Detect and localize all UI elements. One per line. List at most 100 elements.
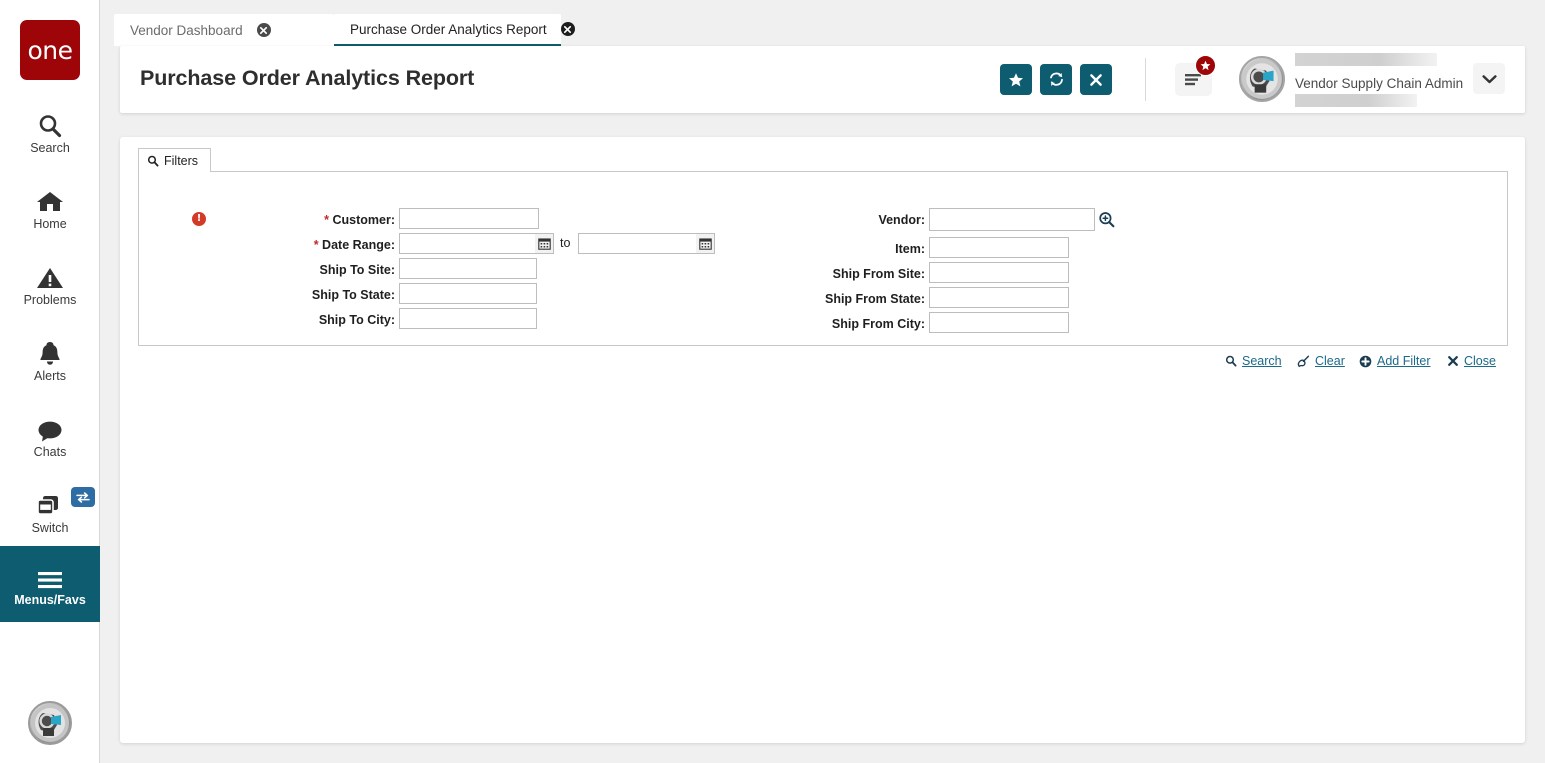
tab-label: Purchase Order Analytics Report — [350, 21, 547, 37]
date-range-from-calendar-icon[interactable] — [535, 233, 554, 254]
refresh-icon — [1049, 72, 1063, 86]
favorites-count-badge[interactable] — [1195, 55, 1216, 76]
label-colon: : — [920, 292, 925, 306]
sidebar-item-problems[interactable]: Problems — [0, 246, 100, 322]
label-text: Customer — [332, 213, 391, 227]
ship-to-city-input[interactable] — [399, 308, 537, 329]
label-colon: : — [390, 313, 395, 327]
app-root: one Search Home Problems Alerts Chats Sw… — [0, 0, 1545, 763]
ship-from-state-input[interactable] — [929, 287, 1069, 308]
label-text: Ship From State — [824, 292, 921, 306]
vendor-input[interactable] — [929, 208, 1095, 231]
required-marker: * — [324, 213, 329, 227]
date-range-from-input[interactable] — [399, 233, 536, 254]
sidebar-item-chats[interactable]: Chats — [0, 398, 100, 474]
sidebar-item-label: Chats — [33, 445, 67, 460]
label-colon: : — [920, 242, 925, 256]
date-range-separator: to — [560, 236, 571, 250]
bell-icon — [33, 337, 67, 367]
required-marker: * — [313, 238, 319, 252]
refresh-button[interactable] — [1040, 64, 1072, 95]
label-customer: * Customer: — [205, 213, 395, 227]
header-divider — [1145, 58, 1146, 101]
user-avatar-icon[interactable] — [28, 701, 72, 745]
sidebar-item-menus-favs[interactable]: Menus/Favs — [0, 546, 100, 622]
link-label: Search — [1242, 354, 1282, 368]
hamburger-icon — [33, 561, 67, 591]
label-text: Ship To Site — [319, 263, 391, 277]
one-network-logo[interactable]: one — [20, 20, 80, 80]
sidebar-item-home[interactable]: Home — [0, 170, 100, 246]
label-ship-to-site: Ship To Site: — [205, 263, 395, 277]
sidebar-item-label: Home — [33, 217, 67, 232]
filters-panel: ! * Customer: * Date Range: to Ship To S… — [138, 171, 1508, 368]
chevron-down-icon — [1481, 74, 1497, 83]
sidebar-item-label: Problems — [23, 293, 77, 308]
x-icon — [1090, 73, 1102, 86]
label-ship-to-state: Ship To State: — [205, 288, 395, 302]
page-header: Purchase Order Analytics Report Vendor S… — [120, 46, 1525, 113]
label-colon: : — [920, 267, 925, 281]
customer-error-icon: ! — [192, 212, 206, 226]
label-date-range: * Date Range: — [205, 238, 395, 252]
search-icon — [147, 155, 159, 167]
link-label: Clear — [1315, 354, 1345, 368]
date-range-to-input[interactable] — [578, 233, 697, 254]
logo-text: one — [27, 35, 73, 65]
chat-icon — [33, 413, 67, 443]
sidebar-item-switch[interactable]: Switch — [0, 474, 100, 550]
label-ship-to-city: Ship To City: — [205, 313, 395, 327]
close-circle-icon[interactable] — [256, 23, 271, 37]
item-input[interactable] — [929, 237, 1069, 258]
broom-icon — [1297, 355, 1310, 368]
customer-input[interactable] — [399, 208, 539, 229]
sidebar-item-label: Switch — [31, 521, 69, 536]
tab-vendor-dashboard[interactable]: Vendor Dashboard — [114, 14, 334, 46]
page-title: Purchase Order Analytics Report — [140, 66, 475, 90]
label-ship-from-city: Ship From City: — [735, 317, 925, 331]
user-menu-button[interactable] — [1473, 63, 1505, 94]
tab-purchase-order-analytics-report[interactable]: Purchase Order Analytics Report — [334, 14, 575, 47]
search-icon — [1225, 355, 1237, 367]
user-name: Vendor Supply Chain Admin — [1295, 76, 1464, 91]
label-item: Item: — [735, 242, 925, 256]
label-colon: : — [920, 317, 925, 331]
label-ship-from-site: Ship From Site: — [735, 267, 925, 281]
filters-clear-link[interactable]: Clear — [1297, 354, 1345, 368]
redacted-line-top — [1295, 53, 1437, 66]
home-icon — [33, 185, 67, 215]
ship-to-state-input[interactable] — [399, 283, 537, 304]
label-colon: : — [390, 213, 395, 227]
date-range-to-calendar-icon[interactable] — [696, 233, 715, 254]
left-sidebar: one Search Home Problems Alerts Chats Sw… — [0, 0, 100, 763]
label-ship-from-state: Ship From State: — [735, 292, 925, 306]
label-colon: : — [390, 263, 395, 277]
close-circle-icon[interactable] — [560, 22, 575, 36]
avatar[interactable] — [1239, 56, 1285, 102]
filters-close-link[interactable]: Close — [1447, 354, 1496, 368]
sidebar-item-search[interactable]: Search — [0, 94, 100, 170]
filters-add-filter-link[interactable]: Add Filter — [1359, 354, 1431, 368]
switch-toggle-badge[interactable] — [71, 487, 95, 507]
exchange-arrows-icon — [76, 491, 90, 503]
ship-from-site-input[interactable] — [929, 262, 1069, 283]
close-button[interactable] — [1080, 64, 1112, 95]
label-text: Ship To City — [318, 313, 391, 327]
sidebar-item-label: Menus/Favs — [14, 593, 86, 608]
label-text: Date Range — [322, 238, 391, 252]
filters-search-link[interactable]: Search — [1225, 354, 1282, 368]
label-text: Ship To State — [311, 288, 391, 302]
sidebar-item-label: Alerts — [34, 369, 66, 384]
tab-filters[interactable]: Filters — [138, 148, 212, 172]
label-text: Ship From Site — [832, 267, 921, 281]
sidebar-item-label: Search — [30, 141, 70, 156]
favorite-button[interactable] — [1000, 64, 1032, 95]
browser-tab-strip: Vendor Dashboard Purchase Order Analytic… — [100, 0, 1545, 47]
label-text: Ship From City — [831, 317, 921, 331]
ship-from-city-input[interactable] — [929, 312, 1069, 333]
magnifier-plus-icon[interactable] — [1097, 210, 1115, 228]
sidebar-item-alerts[interactable]: Alerts — [0, 322, 100, 398]
warning-icon — [33, 261, 67, 291]
link-label: Close — [1464, 354, 1496, 368]
ship-to-site-input[interactable] — [399, 258, 537, 279]
